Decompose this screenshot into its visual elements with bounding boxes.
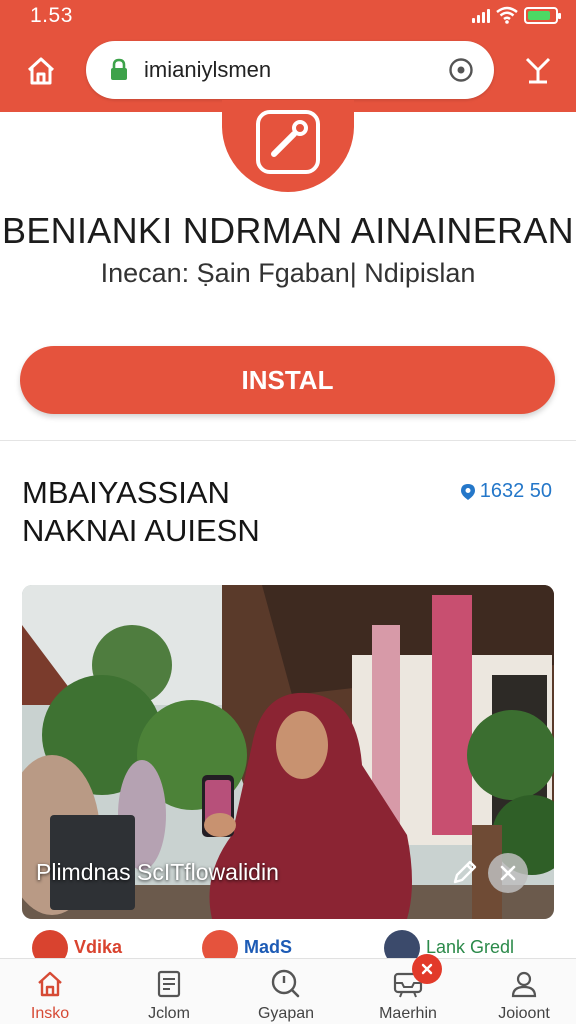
suggestion-label: Vdika [74,936,123,957]
app-subtitle: Inecan: Ṣain Fgaban| Ndipislan [100,258,476,288]
status-time: 1.53 [30,4,73,27]
home-icon [27,57,55,85]
suggestion-avatar [32,930,68,960]
nav-label: Joioont [498,1005,550,1022]
suggestion-item[interactable]: MadS [202,926,292,960]
status-icons [472,6,561,24]
suggestion-avatar [202,930,238,960]
nav-label: Jclom [148,1005,190,1022]
count-value: 1632 50 [479,480,552,502]
profile-icon [511,971,537,998]
url-bar[interactable]: imianiylsmen [86,41,494,99]
home-button[interactable] [22,52,60,90]
location-pin-icon [460,483,475,500]
suggestions-strip: Vdika MadS Lank Gredl [22,926,554,960]
suggestion-label: MadS [244,936,293,957]
install-button[interactable]: INSTAL [20,346,555,414]
battery-icon [524,6,561,24]
photo-caption: Plimdnas ScITflowalidin [36,859,279,885]
app-store-page: 1.53 imianiylsmen BENIANKI NDRMAN AINAIN… [0,0,576,1024]
app-icon [256,110,320,174]
menu-button[interactable] [520,52,556,88]
browser-header: 1.53 imianiylsmen [0,0,576,112]
suggestion-label: Lank Gredl [426,936,515,957]
close-button[interactable] [488,853,528,893]
nav-item-inbox[interactable]: Maerhin [358,967,458,1023]
nav-item-home[interactable]: Insko [0,967,100,1023]
url-text: imianiylsmen [144,57,272,82]
nav-item-document[interactable]: Jclom [119,967,219,1023]
suggestion-item[interactable]: Lank Gredl [384,926,514,960]
nav-label: Insko [30,1005,70,1022]
reload-icon[interactable] [448,57,474,83]
edit-pencil-icon [453,860,477,884]
nav-item-search[interactable]: Gyapan [236,967,336,1023]
edit-button[interactable] [446,853,484,891]
section-title: MBAIYASSIAN NAKNAI AUIESN [22,475,260,548]
lock-icon [111,58,127,80]
signal-icon [472,7,490,23]
divider [0,440,576,441]
wifi-icon [496,6,518,24]
bottom-nav: Insko Jclom Gyapan Maerhin Joioont [0,958,576,1024]
count-badge: 1632 50 [460,480,552,503]
home-icon [38,971,62,997]
app-title: BENIANKI NDRMAN AINAINERAN [2,210,574,251]
notification-badge [412,954,442,984]
close-icon [500,865,516,881]
featured-photo[interactable]: Plimdnas ScITflowalidin [22,585,554,919]
document-icon [157,970,181,998]
suggestion-avatar [384,930,420,960]
nav-item-profile[interactable]: Joioont [474,967,574,1023]
close-small-icon [421,963,433,975]
nav-label: Maerhin [379,1005,437,1022]
nav-label: Gyapan [257,1005,315,1022]
pencil-icon [271,120,308,157]
download-menu-icon [525,57,551,84]
suggestion-item[interactable]: Vdika [32,926,122,960]
search-icon [271,969,300,998]
